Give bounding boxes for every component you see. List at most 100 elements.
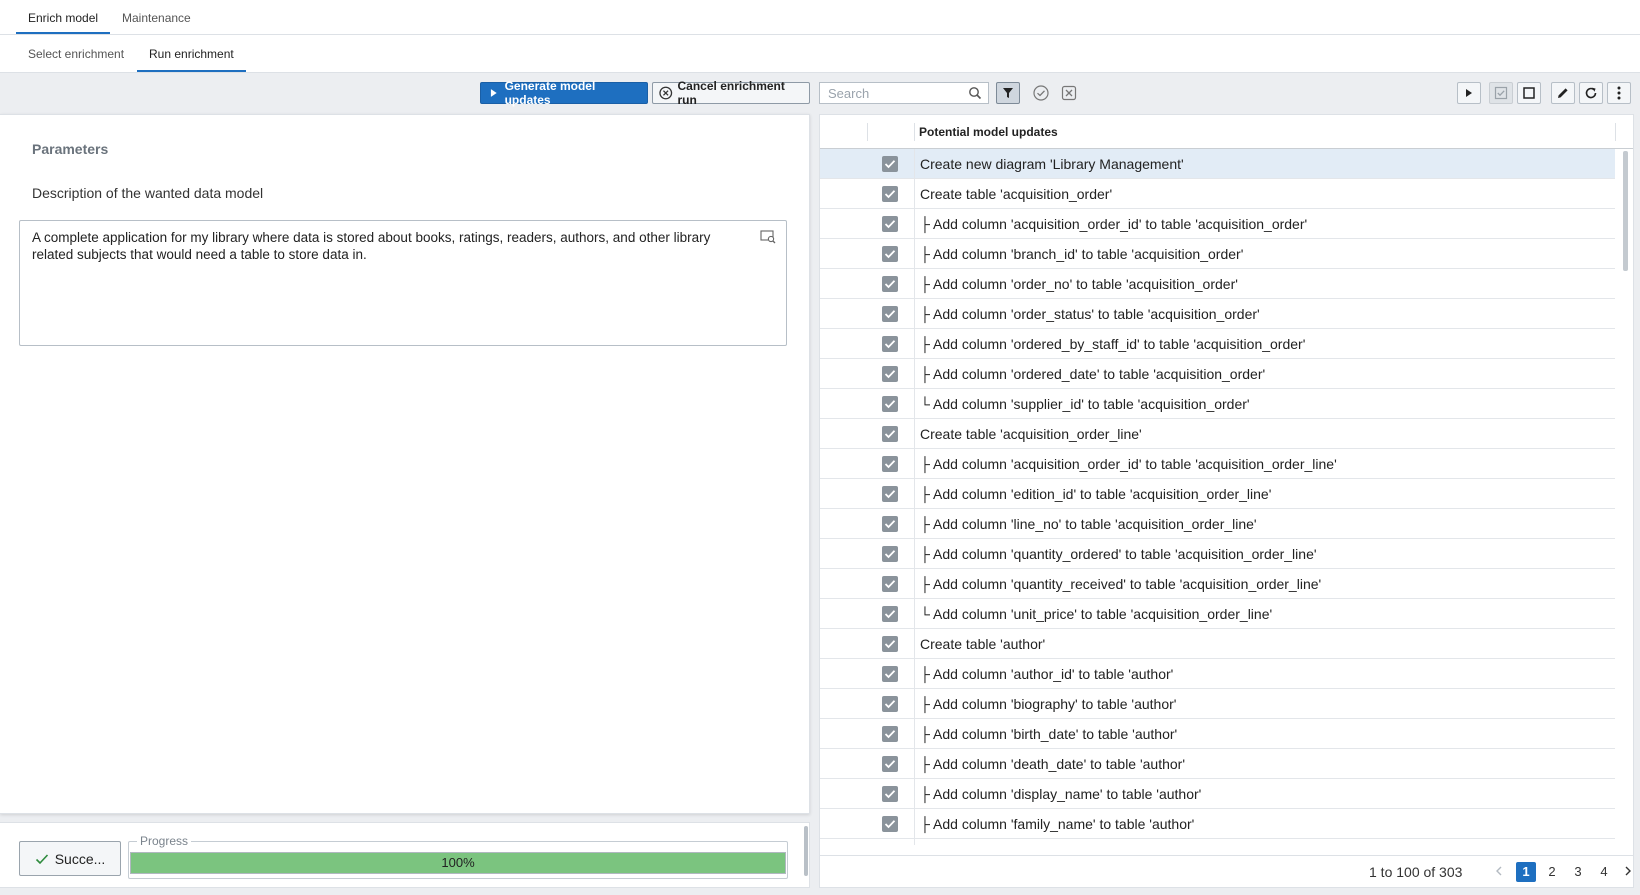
pager-prev-button[interactable] xyxy=(1489,862,1509,882)
primary-tab-bar: Enrich model Maintenance xyxy=(0,0,1640,35)
grid-pager: 1 to 100 of 303 1 2 3 4 xyxy=(820,855,1633,887)
row-checkbox[interactable] xyxy=(882,426,898,442)
more-options-button[interactable] xyxy=(1607,82,1631,104)
filter-icon xyxy=(1003,88,1013,98)
table-row[interactable]: ├ Add column 'edition_id' to table 'acqu… xyxy=(820,479,1615,509)
pager-page-1[interactable]: 1 xyxy=(1516,862,1536,882)
check-icon xyxy=(884,280,896,289)
row-checkbox[interactable] xyxy=(882,396,898,412)
status-button[interactable]: Succe... xyxy=(19,841,121,876)
select-checked-button[interactable] xyxy=(1489,82,1513,104)
cell-separator xyxy=(914,149,915,179)
check-all-button[interactable] xyxy=(1029,82,1053,104)
row-checkbox[interactable] xyxy=(882,576,898,592)
tab-select-enrichment[interactable]: Select enrichment xyxy=(16,35,136,72)
table-row[interactable]: ├ Add column 'ordered_date' to table 'ac… xyxy=(820,359,1615,389)
check-icon xyxy=(884,340,896,349)
uncheck-all-button[interactable] xyxy=(1057,82,1081,104)
row-checkbox[interactable] xyxy=(882,666,898,682)
description-label: Description of the wanted data model xyxy=(32,185,264,201)
row-checkbox[interactable] xyxy=(882,786,898,802)
table-row[interactable]: ├ Add column 'family_name' to table 'aut… xyxy=(820,809,1615,839)
row-checkbox[interactable] xyxy=(882,546,898,562)
search-input[interactable] xyxy=(820,83,976,103)
check-icon xyxy=(884,490,896,499)
table-row[interactable]: ├ Add column 'biography' to table 'autho… xyxy=(820,689,1615,719)
pager-page-4[interactable]: 4 xyxy=(1594,862,1614,882)
generate-label: Generate model updates xyxy=(504,79,596,107)
pager-page-2[interactable]: 2 xyxy=(1542,862,1562,882)
row-checkbox[interactable] xyxy=(882,246,898,262)
expand-editor-icon[interactable] xyxy=(760,230,776,244)
row-checkbox[interactable] xyxy=(882,816,898,832)
row-checkbox[interactable] xyxy=(882,366,898,382)
tab-maintenance[interactable]: Maintenance xyxy=(110,0,203,34)
generate-model-updates-button[interactable]: Generate model updates xyxy=(480,79,648,107)
table-row[interactable]: Create table 'author' xyxy=(820,629,1615,659)
description-textarea[interactable]: A complete application for my library wh… xyxy=(19,220,787,346)
check-icon xyxy=(884,400,896,409)
table-row[interactable]: └ Add column 'supplier_id' to table 'acq… xyxy=(820,389,1615,419)
table-row[interactable]: ├ Add column 'order_no' to table 'acquis… xyxy=(820,269,1615,299)
row-checkbox[interactable] xyxy=(882,216,898,232)
table-row[interactable]: Create table 'acquisition_order_line' xyxy=(820,419,1615,449)
table-row[interactable]: ├ Add column 'branch_id' to table 'acqui… xyxy=(820,239,1615,269)
row-checkbox[interactable] xyxy=(882,456,898,472)
select-unchecked-button[interactable] xyxy=(1517,82,1541,104)
cancel-circle-icon xyxy=(659,86,673,100)
table-row[interactable]: ├ Add column 'author_id' to table 'autho… xyxy=(820,659,1615,689)
header-separator xyxy=(914,123,915,141)
table-row[interactable]: ├ Add column 'birth_date' to table 'auth… xyxy=(820,719,1615,749)
row-checkbox[interactable] xyxy=(882,756,898,772)
tab-run-enrichment[interactable]: Run enrichment xyxy=(137,35,246,72)
table-row[interactable]: Create table 'acquisition_order' xyxy=(820,179,1615,209)
check-icon xyxy=(884,370,896,379)
progress-bar: 100% xyxy=(130,852,786,874)
pager-page-3[interactable]: 3 xyxy=(1568,862,1588,882)
table-row[interactable]: ├ Add column 'acquisition_order_id' to t… xyxy=(820,209,1615,239)
table-row[interactable]: ├ Add column 'acquisition_order_id' to t… xyxy=(820,449,1615,479)
row-checkbox[interactable] xyxy=(882,156,898,172)
table-row[interactable]: ├ Add column 'given_name' to table 'auth… xyxy=(820,839,1615,845)
parameters-title: Parameters xyxy=(32,141,109,157)
row-checkbox[interactable] xyxy=(882,486,898,502)
row-checkbox[interactable] xyxy=(882,306,898,322)
cancel-enrichment-run-button[interactable]: Cancel enrichment run xyxy=(652,79,810,107)
secondary-tab-bar: Select enrichment Run enrichment xyxy=(0,35,1640,73)
table-row[interactable]: └ Add column 'unit_price' to table 'acqu… xyxy=(820,599,1615,629)
row-text: └ Add column 'unit_price' to table 'acqu… xyxy=(920,606,1273,622)
row-checkbox[interactable] xyxy=(882,516,898,532)
table-row[interactable]: Create new diagram 'Library Management' xyxy=(820,149,1615,179)
refresh-button[interactable] xyxy=(1579,82,1603,104)
check-icon xyxy=(884,730,896,739)
row-checkbox[interactable] xyxy=(882,696,898,712)
run-button[interactable] xyxy=(1457,82,1481,104)
table-row[interactable]: ├ Add column 'quantity_ordered' to table… xyxy=(820,539,1615,569)
table-row[interactable]: ├ Add column 'line_no' to table 'acquisi… xyxy=(820,509,1615,539)
grid-scrollbar[interactable] xyxy=(1623,151,1628,271)
pager-next-button[interactable] xyxy=(1618,862,1638,882)
check-icon xyxy=(884,610,896,619)
table-row[interactable]: ├ Add column 'display_name' to table 'au… xyxy=(820,779,1615,809)
left-scrollbar[interactable] xyxy=(804,826,808,876)
row-checkbox[interactable] xyxy=(882,726,898,742)
row-text: ├ Add column 'acquisition_order_id' to t… xyxy=(920,216,1308,232)
column-header-potential-model-updates[interactable]: Potential model updates xyxy=(919,115,1058,149)
cell-separator xyxy=(914,539,915,569)
row-checkbox[interactable] xyxy=(882,636,898,652)
filter-button[interactable] xyxy=(996,82,1020,104)
table-row[interactable]: ├ Add column 'quantity_received' to tabl… xyxy=(820,569,1615,599)
edit-button[interactable] xyxy=(1551,82,1575,104)
table-row[interactable]: ├ Add column 'ordered_by_staff_id' to ta… xyxy=(820,329,1615,359)
cell-separator xyxy=(914,209,915,239)
table-row[interactable]: ├ Add column 'death_date' to table 'auth… xyxy=(820,749,1615,779)
row-checkbox[interactable] xyxy=(882,186,898,202)
table-row[interactable]: ├ Add column 'order_status' to table 'ac… xyxy=(820,299,1615,329)
tab-enrich-model[interactable]: Enrich model xyxy=(16,0,111,34)
check-icon xyxy=(884,190,896,199)
search-icon[interactable] xyxy=(968,86,982,100)
row-checkbox[interactable] xyxy=(882,276,898,292)
row-text: ├ Add column 'given_name' to table 'auth… xyxy=(920,839,1191,845)
row-checkbox[interactable] xyxy=(882,606,898,622)
row-checkbox[interactable] xyxy=(882,336,898,352)
